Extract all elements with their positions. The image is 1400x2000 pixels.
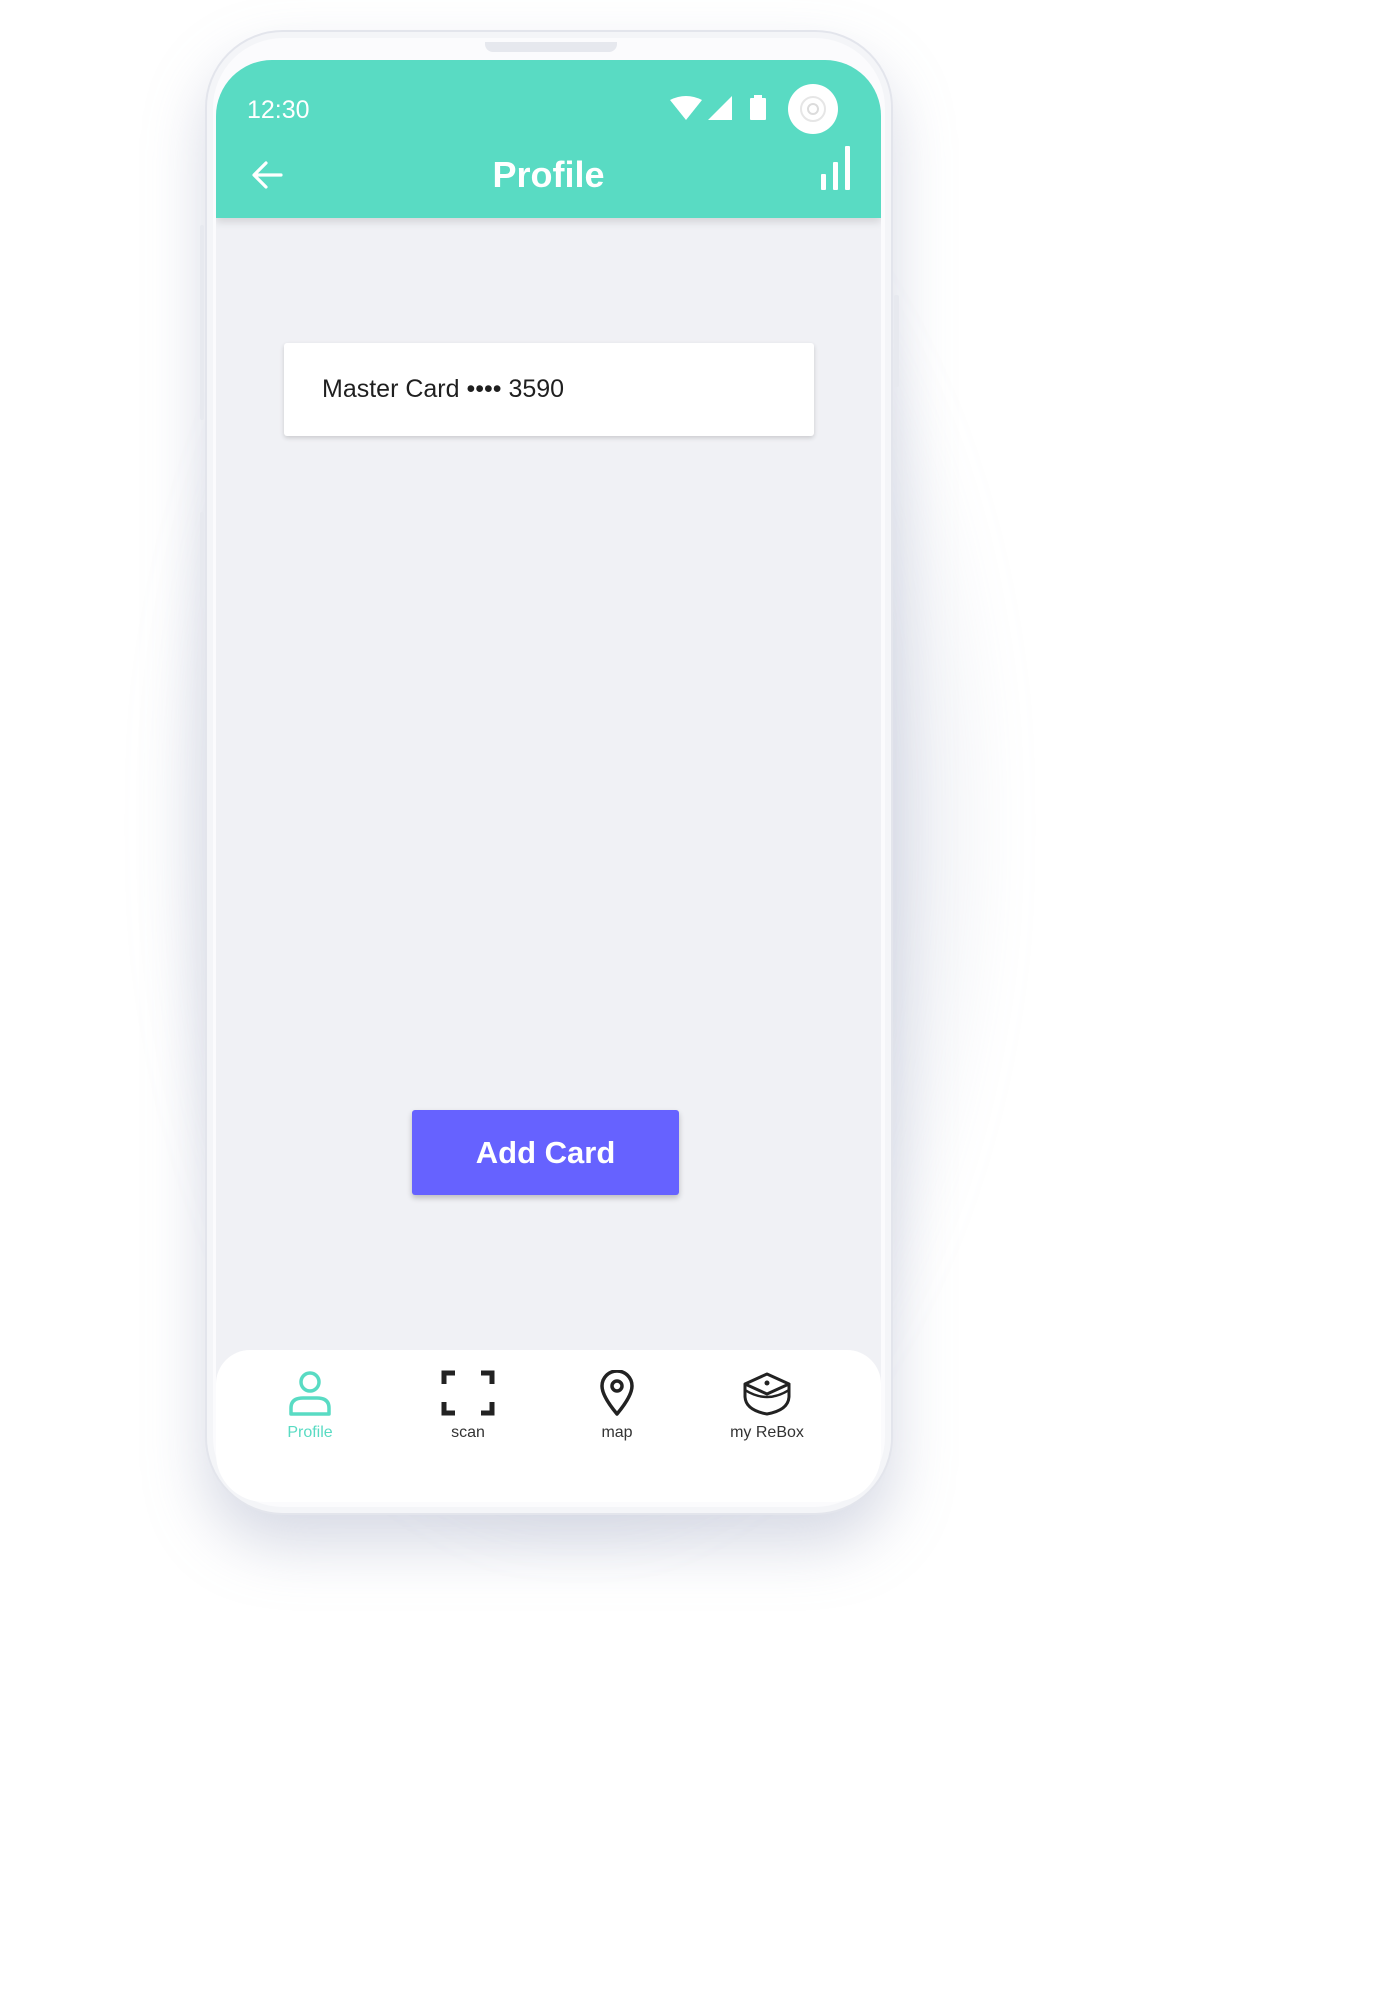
status-icons [670, 95, 766, 120]
nav-label-my-rebox: my ReBox [730, 1424, 804, 1441]
bottom-navigation: Profile scan map my ReBox [216, 1350, 881, 1502]
add-card-label: Add Card [475, 1134, 616, 1170]
saved-card-item[interactable]: Master Card •••• 3590 [284, 343, 814, 436]
power-button [894, 295, 899, 387]
nav-label-map: map [601, 1424, 633, 1441]
add-card-button[interactable]: Add Card [412, 1110, 679, 1195]
nav-label-scan: scan [451, 1424, 485, 1441]
page-title: Profile [492, 154, 605, 195]
map-pin-icon [600, 1370, 634, 1416]
app-screen: 12:30 Profile Master Card •••• 3590 Add … [216, 60, 881, 1502]
phone-speaker-notch [485, 42, 617, 52]
app-header: 12:30 Profile [216, 60, 881, 218]
scan-icon [441, 1370, 495, 1416]
nav-item-scan[interactable]: scan [403, 1370, 533, 1460]
stats-bar-chart-icon[interactable] [818, 144, 854, 192]
front-camera [788, 84, 838, 134]
nav-item-map[interactable]: map [552, 1370, 682, 1460]
box-icon [743, 1372, 791, 1416]
volume-button [200, 225, 204, 420]
wifi-icon [670, 96, 702, 120]
card-label: Master Card •••• 3590 [322, 375, 565, 403]
volume-button-lower [200, 512, 204, 608]
cellular-signal-icon [708, 96, 732, 120]
nav-label-profile: Profile [287, 1424, 333, 1441]
battery-icon [750, 95, 766, 120]
nav-item-profile[interactable]: Profile [245, 1370, 375, 1460]
nav-item-my-rebox[interactable]: my ReBox [702, 1370, 832, 1460]
status-time: 12:30 [247, 96, 310, 124]
device-mockup: 12:30 Profile Master Card •••• 3590 Add … [0, 0, 1100, 1568]
person-icon [289, 1371, 331, 1416]
